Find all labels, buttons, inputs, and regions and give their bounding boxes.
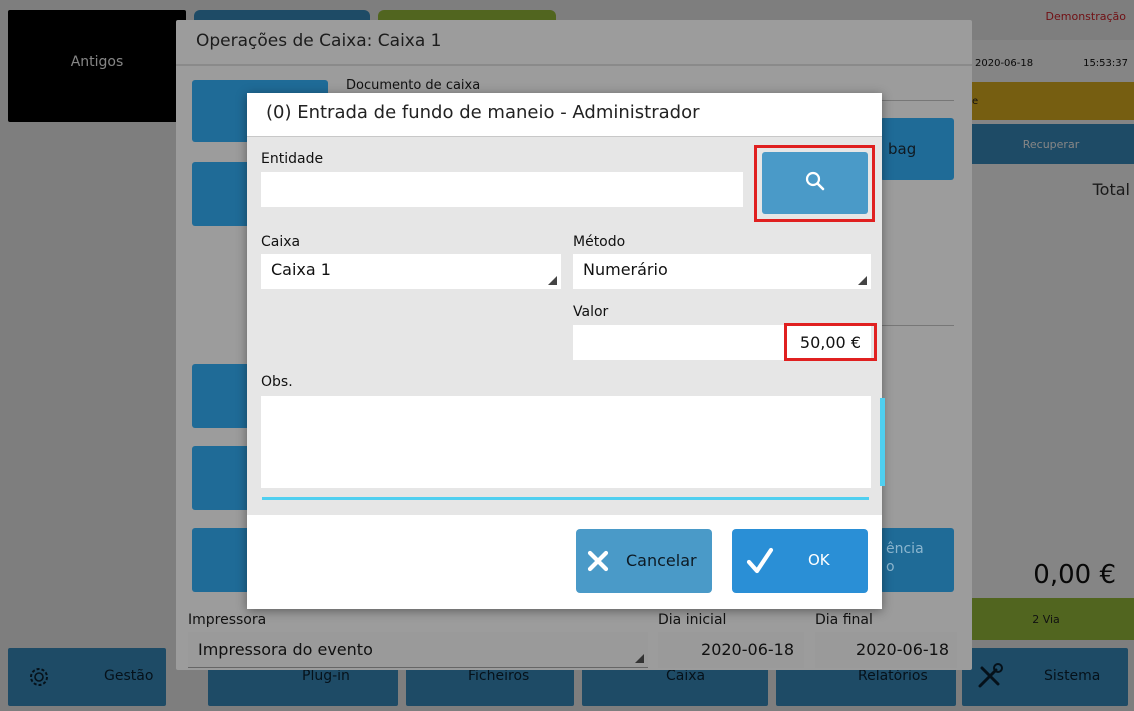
ok-label: OK bbox=[808, 551, 830, 569]
obs-textarea[interactable] bbox=[261, 396, 871, 488]
cancelar-label: Cancelar bbox=[626, 551, 697, 570]
cancelar-button[interactable]: Cancelar bbox=[576, 529, 712, 593]
metodo-value: Numerário bbox=[583, 260, 668, 279]
checkmark-icon bbox=[746, 547, 774, 579]
divider bbox=[880, 325, 954, 326]
entidade-input[interactable] bbox=[261, 172, 743, 207]
valor-label: Valor bbox=[573, 304, 609, 320]
panel-divider bbox=[176, 64, 972, 66]
dia-final-label: Dia final bbox=[815, 612, 873, 628]
impressora-label: Impressora bbox=[188, 612, 267, 628]
dialog-title: (0) Entrada de fundo de maneio - Adminis… bbox=[266, 102, 700, 123]
valor-highlight-box bbox=[784, 323, 877, 361]
metodo-label: Método bbox=[573, 234, 626, 250]
divider bbox=[880, 100, 954, 101]
caixa-value: Caixa 1 bbox=[271, 260, 331, 279]
dropdown-corner-icon bbox=[635, 654, 644, 663]
documento-caixa-label: Documento de caixa bbox=[346, 78, 481, 93]
obs-focus-underline bbox=[262, 497, 869, 500]
obs-label: Obs. bbox=[261, 374, 293, 390]
close-icon bbox=[586, 549, 610, 577]
impressora-value: Impressora do evento bbox=[198, 640, 373, 659]
bag-label: bag bbox=[888, 140, 917, 158]
transferencia-label: ência o bbox=[886, 541, 924, 575]
caixa-operations-title: Operações de Caixa: Caixa 1 bbox=[196, 31, 442, 51]
metodo-select[interactable]: Numerário bbox=[573, 254, 871, 289]
dia-inicial-label: Dia inicial bbox=[658, 612, 727, 628]
transferencia-button[interactable]: ência o bbox=[880, 528, 954, 592]
search-highlight-box bbox=[754, 145, 875, 222]
ok-button[interactable]: OK bbox=[732, 529, 868, 593]
obs-scrollbar[interactable] bbox=[880, 398, 885, 486]
dropdown-corner-icon bbox=[858, 276, 867, 285]
caixa-select[interactable]: Caixa 1 bbox=[261, 254, 561, 289]
dropdown-corner-icon bbox=[548, 276, 557, 285]
dia-final-field[interactable]: 2020-06-18 bbox=[815, 632, 957, 668]
dialog-header: (0) Entrada de fundo de maneio - Adminis… bbox=[247, 93, 882, 137]
entidade-label: Entidade bbox=[261, 151, 324, 167]
bag-button[interactable]: bag bbox=[880, 118, 954, 180]
impressora-select[interactable]: Impressora do evento bbox=[188, 632, 648, 668]
caixa-label: Caixa bbox=[261, 234, 301, 250]
dia-inicial-field[interactable]: 2020-06-18 bbox=[658, 632, 804, 668]
